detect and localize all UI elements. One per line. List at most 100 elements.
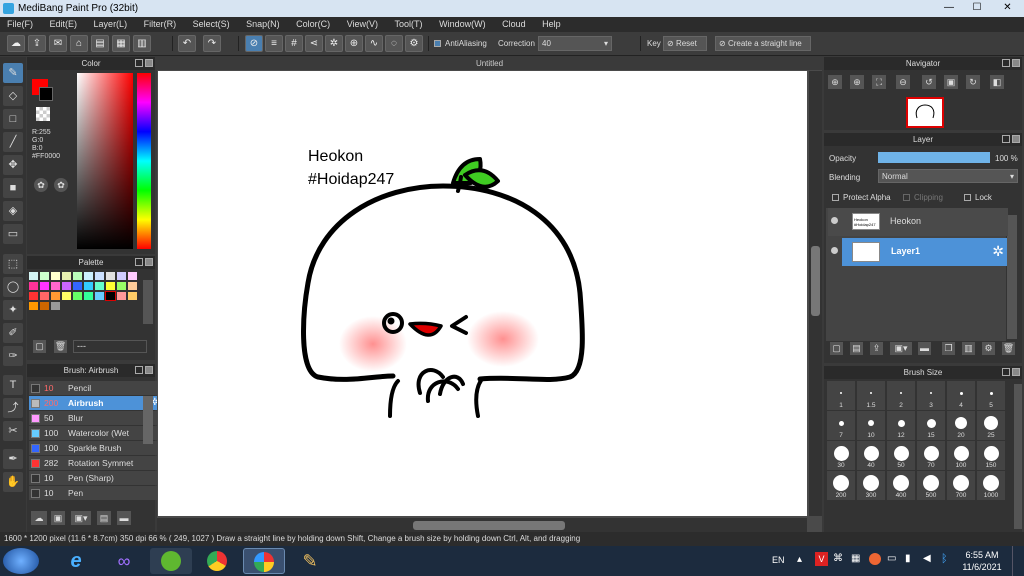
brush-item[interactable]: 10 Pen (Sharp) [29,471,165,485]
create-straight-line-button[interactable]: ⊘ Create a straight line [715,36,811,51]
palette-swatch[interactable] [51,282,60,290]
palette-swatch[interactable] [106,282,115,290]
hand-tool-icon[interactable]: ✋ [3,472,23,492]
magic-wand-icon[interactable]: ✦ [3,300,23,320]
radial-line-snap-icon[interactable]: ⋖ [305,35,323,52]
palette-swatch[interactable] [73,272,82,280]
document-tab[interactable]: Untitled [157,57,822,70]
undo-icon[interactable]: ↶ [178,35,196,52]
volume-tray-icon[interactable]: ◀ [923,553,931,564]
zoom-in-icon[interactable]: ⊕ [828,75,842,89]
navigator-preview[interactable] [906,97,944,128]
page-manage-icon[interactable]: ▦ [112,35,130,52]
brush-item[interactable]: 282 Rotation Symmet [29,456,165,470]
menu-edit[interactable]: Edit(E) [43,17,85,32]
brush-size-option[interactable]: 200 [827,471,855,500]
palette-swatch[interactable] [62,272,71,280]
duplicate-layer-icon[interactable]: ❐ [942,342,955,355]
eraser-tool-icon[interactable]: ◇ [3,86,23,106]
operation-tool-icon[interactable]: ⤴ [3,398,23,418]
medibang-taskbar-icon[interactable] [243,548,285,574]
divide-tool-icon[interactable]: ✂ [3,421,23,441]
panel-float-icon[interactable] [1002,59,1010,67]
fit-view-icon[interactable]: ⛶ [872,75,886,89]
palette-swatch[interactable] [51,302,60,310]
delete-layer-icon[interactable]: 🗑 [1002,342,1015,355]
page-icon[interactable]: ▤ [91,35,109,52]
comment-icon[interactable]: ✉ [49,35,67,52]
new-layer-icon[interactable]: ▢ [830,342,843,355]
palette-swatch[interactable] [40,302,49,310]
close-button[interactable]: ✕ [991,0,1024,17]
brush-size-option[interactable]: 700 [947,471,975,500]
brush-list-scrollbar[interactable] [143,396,153,444]
brush-folder-icon[interactable]: ▬ [117,511,131,525]
palette-swatch[interactable] [117,272,126,280]
brush-size-option[interactable]: 1 [827,381,855,410]
protect-alpha-checkbox[interactable]: Protect Alpha [832,193,891,202]
menu-select[interactable]: Select(S) [186,17,237,32]
brush-settings-icon[interactable]: ▤ [97,511,111,525]
new-halftone-layer-icon[interactable]: ▤ [850,342,863,355]
antivirus-tray-icon[interactable]: V [815,552,828,566]
brush-size-option[interactable]: 1.5 [857,381,885,410]
palette-swatch[interactable] [73,282,82,290]
canvas-horizontal-scrollbar[interactable] [157,518,807,532]
menu-help[interactable]: Help [535,17,568,32]
page-list-icon[interactable]: ▥ [133,35,151,52]
parallel-snap-icon[interactable]: ≡ [265,35,283,52]
brush-item[interactable]: 10 Pen [29,486,165,500]
menu-color[interactable]: Color(C) [289,17,337,32]
grid-snap-icon[interactable]: # [285,35,303,52]
curve-snap-icon[interactable]: ∿ [365,35,383,52]
palette-swatch[interactable] [84,272,93,280]
blending-select[interactable]: Normal ▾ [878,169,1018,183]
palette-swatch[interactable] [117,282,126,290]
panel-float-icon[interactable] [135,59,143,67]
bluetooth-tray-icon[interactable]: ᛒ [941,553,948,565]
panel-close-icon[interactable] [145,258,153,266]
palette-swatch-grid[interactable] [29,272,139,314]
dot-tool-icon[interactable]: □ [3,109,23,129]
monitor-tray-icon[interactable]: ▭ [887,553,896,564]
panel-close-icon[interactable] [1012,59,1020,67]
hue-slider[interactable] [137,73,151,249]
menu-layer[interactable]: Layer(L) [87,17,135,32]
palette-swatch[interactable] [128,282,137,290]
palette-swatch[interactable] [29,302,38,310]
snap-settings-icon[interactable]: ⚙ [405,35,423,52]
brush-size-option[interactable]: 4 [947,381,975,410]
clipping-checkbox[interactable]: Clipping [903,193,943,202]
merge-layer-icon[interactable]: ▥ [962,342,975,355]
menu-view[interactable]: View(V) [340,17,385,32]
rotate-right-icon[interactable]: ↻ [966,75,980,89]
menu-filter[interactable]: Filter(R) [137,17,184,32]
canvas[interactable]: Heokon #Hoidap247 [158,71,807,516]
upload-icon[interactable]: ⇪ [28,35,46,52]
menu-window[interactable]: Window(W) [432,17,493,32]
palette-swatch[interactable] [84,282,93,290]
panel-float-icon[interactable] [135,258,143,266]
brush-size-option[interactable]: 100 [947,441,975,470]
add-brush-icon[interactable]: ▣ [51,511,65,525]
language-indicator[interactable]: EN [772,555,785,565]
brush-size-option[interactable]: 300 [857,471,885,500]
flip-icon[interactable]: ◧ [990,75,1004,89]
line-tool-icon[interactable]: ╱ [3,132,23,152]
brush-size-scrollbar[interactable] [1014,384,1022,529]
layer-folder-icon[interactable]: ▬ [918,342,931,355]
brush-size-option[interactable]: 400 [887,471,915,500]
chrome-icon[interactable] [196,548,238,574]
palette-swatch[interactable] [128,272,137,280]
brush-size-option[interactable]: 5 [977,381,1005,410]
rotate-left-icon[interactable]: ↺ [922,75,936,89]
menu-snap[interactable]: Snap(N) [239,17,287,32]
palette-swatch[interactable] [29,282,38,290]
select-tool-icon[interactable]: ⬚ [3,254,23,274]
palette-scrollbar[interactable] [143,280,153,324]
brush-size-option[interactable]: 3 [917,381,945,410]
layer-visibility-icon[interactable] [831,247,838,254]
palette-swatch[interactable] [29,272,38,280]
clock[interactable]: 6:55 AM 11/6/2021 [958,549,1006,573]
menu-tool[interactable]: Tool(T) [388,17,430,32]
